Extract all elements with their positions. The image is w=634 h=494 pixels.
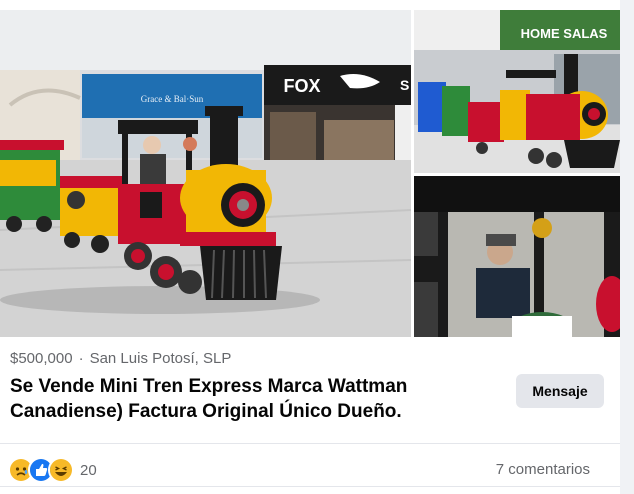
reactions-summary[interactable]: 20 xyxy=(8,457,97,483)
separator: · xyxy=(78,350,84,367)
haha-icon xyxy=(48,457,74,483)
price-location: $500,000 · San Luis Potosí, SLP xyxy=(10,350,231,367)
listing-photo-3[interactable] xyxy=(414,176,620,337)
shop-sign: Grace & Bal·Sun xyxy=(141,94,204,104)
listing-price: $500,000 xyxy=(10,350,73,367)
listing-photo-2[interactable]: HOME SALAS xyxy=(414,10,620,173)
message-button[interactable]: Mensaje xyxy=(516,374,604,408)
fox-store-sign: FOX xyxy=(283,76,320,96)
mall-train-photo-2: HOME SALAS xyxy=(414,10,620,173)
mall-train-photo: Grace & Bal·Sun FOX S xyxy=(0,10,411,337)
listing-location: San Luis Potosí, SLP xyxy=(89,350,232,367)
listing-photo-main[interactable]: Grace & Bal·Sun FOX S xyxy=(0,10,411,337)
train-conductor-photo xyxy=(414,176,620,337)
fox-store-sign-2: S xyxy=(400,77,409,93)
marketplace-post-card: Grace & Bal·Sun FOX S HOME SALAS $500,00… xyxy=(0,0,620,494)
comments-count[interactable]: 7 comentarios xyxy=(496,461,590,478)
reaction-count: 20 xyxy=(80,461,97,479)
listing-title[interactable]: Se Vende Mini Tren Express Marca Wattman… xyxy=(10,374,480,424)
home-salas-sign: HOME SALAS xyxy=(521,26,608,41)
divider xyxy=(0,443,620,444)
